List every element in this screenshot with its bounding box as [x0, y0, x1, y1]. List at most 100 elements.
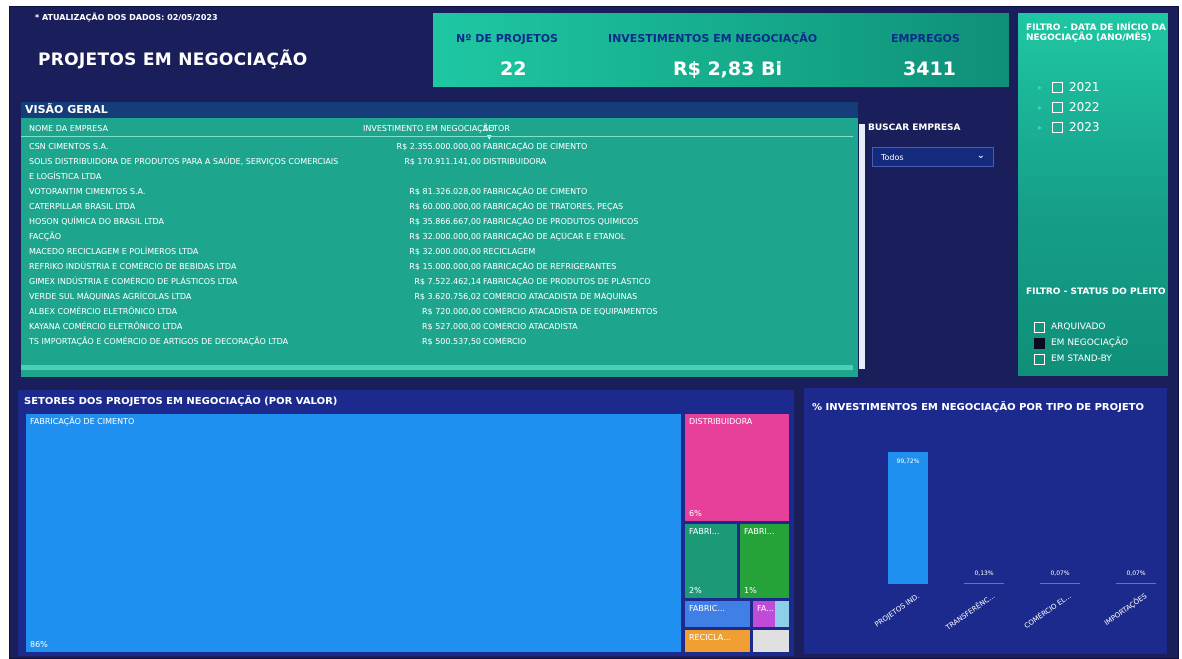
- sector-cell: FABRICAÇÃO DE PRODUTOS QUÍMICOS: [483, 217, 639, 226]
- tile-label: FABRI...: [689, 527, 720, 536]
- year-option-2022[interactable]: ▸ 2022: [1038, 97, 1100, 117]
- status-option-negotiating[interactable]: EM NEGOCIAÇÃO: [1034, 335, 1128, 351]
- col-header-sector[interactable]: SETOR: [483, 124, 510, 133]
- sector-cell: FABRICAÇÃO DE REFRIGERANTES: [483, 262, 617, 271]
- company-cell: SOLIS DISTRIBUIDORA DE PRODUTOS PARA A S…: [29, 157, 339, 166]
- company-cell: VOTORANTIM CIMENTOS S.A.: [29, 187, 146, 196]
- table-row[interactable]: MACEDO RECICLAGEM E POLÍMEROS LTDA R$ 32.…: [21, 247, 851, 258]
- investments-label: INVESTIMENTOS EM NEGOCIAÇÃO: [608, 32, 818, 45]
- company-cell: E LOGÍSTICA LTDA: [29, 172, 102, 181]
- date-filter-title: FILTRO - DATA DE INÍCIO DA NEGOCIAÇÃO (A…: [1026, 23, 1166, 43]
- table-row[interactable]: SOLIS DISTRIBUIDORA DE PRODUTOS PARA A S…: [21, 157, 851, 168]
- treemap-title: SETORES DOS PROJETOS EM NEGOCIAÇÃO (POR …: [24, 396, 338, 407]
- year-label: 2023: [1069, 120, 1100, 134]
- checkbox[interactable]: [1052, 101, 1063, 113]
- chart-bar[interactable]: [1116, 583, 1156, 584]
- vertical-scrollbar[interactable]: [859, 124, 865, 369]
- sector-cell: RECICLAGEM: [483, 247, 536, 256]
- table-row[interactable]: E LOGÍSTICA LTDA: [21, 172, 851, 183]
- table-row[interactable]: CATERPILLAR BRASIL LTDA R$ 60.000.000,00 F…: [21, 202, 851, 213]
- table-row[interactable]: REFRIKO INDÚSTRIA E COMÉRCIO DE BEBIDAS …: [21, 262, 851, 273]
- filter-panel: FILTRO - DATA DE INÍCIO DA NEGOCIAÇÃO (A…: [1018, 13, 1168, 376]
- investment-cell: R$ 2.355.000.000,00: [396, 142, 481, 151]
- date-filter-list: ▸ 2021 ▸ 2022 ▸ 2023: [1038, 77, 1100, 137]
- investment-cell: R$ 720.000,00: [422, 307, 481, 316]
- year-option-2023[interactable]: ▸ 2023: [1038, 117, 1100, 137]
- table-row[interactable]: TS IMPORTAÇÃO E COMÉRCIO DE ARTIGOS DE D…: [21, 337, 851, 348]
- table-row[interactable]: VERDE SUL MÁQUINAS AGRÍCOLAS LTDA R$ 3.62…: [21, 292, 851, 303]
- tile-label: FABRIC...: [689, 604, 725, 613]
- status-label: ARQUIVADO: [1051, 322, 1106, 332]
- tile-label: RECICLA...: [689, 633, 731, 642]
- col-header-investment[interactable]: INVESTIMENTO EM NEGOCIAÇÃO: [363, 124, 494, 133]
- investment-cell: R$ 32.000.000,00: [409, 247, 481, 256]
- tile-percent: 1%: [744, 586, 757, 595]
- status-option-standby[interactable]: EM STAND-BY: [1034, 351, 1128, 367]
- status-filter-title: FILTRO - STATUS DO PLEITO: [1026, 287, 1166, 297]
- sector-cell: FABRICAÇÃO DE CIMENTO: [483, 187, 588, 196]
- sector-cell: COMÉRCIO ATACADISTA DE EQUIPAMENTOS: [483, 307, 658, 316]
- company-cell: CSN CIMENTOS S.A.: [29, 142, 109, 151]
- chart-bar[interactable]: [1040, 583, 1080, 584]
- status-label: EM NEGOCIAÇÃO: [1051, 338, 1129, 348]
- sector-cell: FABRICAÇÃO DE TRATORES, PEÇAS: [483, 202, 624, 211]
- checkbox[interactable]: [1034, 353, 1045, 365]
- search-company-dropdown[interactable]: Todos ⌄: [872, 147, 994, 167]
- treemap-tile[interactable]: FA...: [753, 601, 775, 627]
- table-row[interactable]: KAYANA COMÉRCIO ELETRÔNICO LTDA R$ 527.00…: [21, 322, 851, 333]
- table-row[interactable]: CSN CIMENTOS S.A. R$ 2.355.000.000,00 FABR…: [21, 142, 851, 153]
- year-option-2021[interactable]: ▸ 2021: [1038, 77, 1100, 97]
- sector-cell: COMÉRCIO: [483, 337, 527, 346]
- treemap-tile[interactable]: FABRI... 2%: [685, 524, 737, 598]
- treemap-tile[interactable]: DISTRIBUIDORA 6%: [685, 414, 789, 521]
- company-cell: MACEDO RECICLAGEM E POLÍMEROS LTDA: [29, 247, 199, 256]
- sector-cell: DISTRIBUIDORA: [483, 157, 547, 166]
- investment-type-chart-panel: % INVESTIMENTOS EM NEGOCIAÇÃO POR TIPO D…: [804, 388, 1167, 654]
- treemap-tile[interactable]: FABRIC...: [685, 601, 750, 627]
- horizontal-scrollbar[interactable]: [21, 365, 853, 370]
- company-cell: REFRIKO INDÚSTRIA E COMÉRCIO DE BEBIDAS …: [29, 262, 237, 271]
- company-cell: FACÇÃO: [29, 232, 61, 241]
- year-label: 2021: [1069, 80, 1100, 94]
- table-row[interactable]: HOSON QUÍMICA DO BRASIL LTDA R$ 35.866.66…: [21, 217, 851, 228]
- expand-chevron-icon[interactable]: ▸: [1038, 103, 1046, 112]
- treemap-tile-small[interactable]: [775, 601, 789, 627]
- chevron-down-icon[interactable]: ⌄: [977, 150, 985, 161]
- company-cell: TS IMPORTAÇÃO E COMÉRCIO DE ARTIGOS DE D…: [29, 337, 289, 346]
- tile-percent: 2%: [689, 586, 702, 595]
- checkbox-checked[interactable]: [1034, 337, 1045, 349]
- table-row[interactable]: FACÇÃO R$ 32.000.000,00 FABRICAÇÃO DE AÇÚC…: [21, 232, 851, 243]
- table-row[interactable]: GIMEX INDÚSTRIA E COMÉRCIO DE PLÁSTICOS …: [21, 277, 851, 288]
- table-row[interactable]: ALBEX COMÉRCIO ELETRÔNICO LTDA R$ 720.000…: [21, 307, 851, 318]
- projects-count-value: 22: [500, 58, 527, 80]
- checkbox[interactable]: [1052, 81, 1063, 93]
- data-label: 0,13%: [974, 570, 994, 577]
- tile-percent: 6%: [689, 509, 702, 518]
- investment-cell: R$ 81.326.028,00: [409, 187, 481, 196]
- table-row[interactable]: VOTORANTIM CIMENTOS S.A. R$ 81.326.028,00…: [21, 187, 851, 198]
- expand-chevron-icon[interactable]: ▸: [1038, 83, 1046, 92]
- treemap-tile[interactable]: FABRICAÇÃO DE CIMENTO 86%: [26, 414, 681, 652]
- header-divider: [21, 136, 853, 137]
- x-tick-label: TRANSFERÊNC...: [944, 592, 997, 632]
- col-header-company[interactable]: NOME DA EMPRESA: [29, 124, 108, 133]
- expand-chevron-icon[interactable]: ▸: [1038, 123, 1046, 132]
- treemap-tile-small[interactable]: [753, 630, 789, 652]
- company-cell: VERDE SUL MÁQUINAS AGRÍCOLAS LTDA: [29, 292, 192, 301]
- status-option-archived[interactable]: ARQUIVADO: [1034, 319, 1128, 335]
- checkbox[interactable]: [1052, 121, 1063, 133]
- data-label: 0,07%: [1050, 570, 1070, 577]
- treemap-tile[interactable]: RECICLA...: [685, 630, 750, 652]
- investment-cell: R$ 60.000.000,00: [409, 202, 481, 211]
- chart-bar[interactable]: [888, 452, 928, 584]
- status-filter-list: ARQUIVADO EM NEGOCIAÇÃO EM STAND-BY: [1034, 319, 1128, 367]
- overview-header-bar: VISÃO GERAL: [21, 102, 858, 118]
- checkbox[interactable]: [1034, 321, 1045, 333]
- chart-bar[interactable]: [964, 583, 1004, 584]
- data-label: 99,72%: [896, 458, 920, 466]
- x-tick-label: PROJETOS IND.: [873, 592, 921, 629]
- company-cell: CATERPILLAR BRASIL LTDA: [29, 202, 136, 211]
- bar-plot-area: 99,72% PROJETOS IND. 0,13% TRANSFERÊNC... 0,…: [804, 428, 1167, 654]
- company-cell: KAYANA COMÉRCIO ELETRÔNICO LTDA: [29, 322, 183, 331]
- treemap-tile[interactable]: FABRI... 1%: [740, 524, 789, 598]
